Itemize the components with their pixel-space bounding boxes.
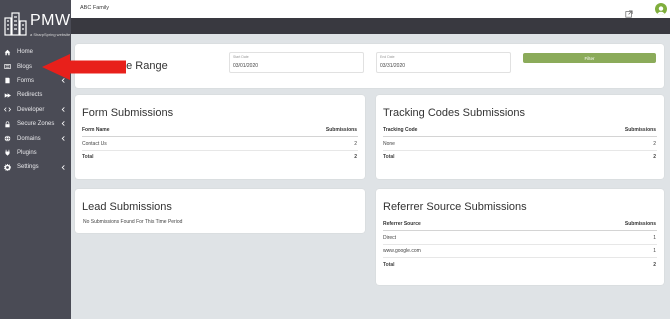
sidebar-item-domains[interactable]: Domains (0, 131, 71, 145)
form-icon (4, 77, 11, 84)
table-total-row: Total 2 (383, 151, 657, 164)
sidebar-item-label: Blogs (17, 63, 33, 70)
total-label: Total (383, 261, 395, 268)
table-row: None 2 (383, 137, 657, 151)
table-cell: 1 (653, 247, 656, 254)
start-date-value: 03/01/2020 (233, 63, 259, 69)
card-title: Form Submissions (82, 107, 174, 119)
logo-text: PMW (30, 12, 71, 29)
form-submissions-table: Form Name Submissions Contact Us 2 Total… (82, 124, 358, 164)
tracking-codes-table: Tracking Code Submissions None 2 Total 2 (383, 124, 657, 164)
column-header: Form Name (82, 127, 110, 134)
column-header: Submissions (325, 127, 357, 134)
table-cell: None (383, 140, 395, 147)
table-header: Referrer Source Submissions (383, 218, 657, 232)
tracking-codes-card: Tracking Codes Submissions Tracking Code… (376, 95, 664, 179)
total-value: 2 (354, 154, 357, 161)
date-range-panel: Date Range Start Date 03/01/2020 End Dat… (75, 44, 664, 88)
code-icon (4, 106, 11, 113)
avatar[interactable] (655, 3, 667, 15)
logo-subtitle: a SharpSpring website (30, 32, 71, 37)
sidebar-item-developer[interactable]: Developer (0, 103, 71, 117)
chevron-left-icon (60, 135, 66, 141)
table-row: Contact Us 2 (82, 137, 358, 151)
card-title: Referrer Source Submissions (383, 201, 527, 213)
total-label: Total (383, 154, 395, 161)
sidebar-item-redirects[interactable]: Redirects (0, 88, 71, 102)
referrer-source-table: Referrer Source Submissions Direct 1 www… (383, 218, 657, 272)
redirect-icon (4, 92, 11, 99)
end-date-field[interactable]: End Date 03/31/2020 (376, 52, 511, 73)
header-band (71, 18, 670, 34)
site-name[interactable]: ABC Family (80, 5, 109, 11)
chevron-left-icon (60, 164, 66, 170)
lead-submissions-card: Lead Submissions No Submissions Found Fo… (75, 189, 365, 233)
plug-icon (4, 149, 11, 157)
table-row: www.google.com 1 (383, 245, 657, 259)
city-logo-icon (4, 12, 27, 36)
card-title: Tracking Codes Submissions (383, 107, 526, 119)
end-date-value: 03/31/2020 (380, 63, 406, 69)
lock-icon (4, 121, 11, 128)
sidebar-item-label: Secure Zones (17, 121, 55, 128)
globe-icon (4, 135, 11, 142)
sidebar-item-plugins[interactable]: Plugins (0, 146, 71, 160)
start-date-field[interactable]: Start Date 03/01/2020 (229, 52, 364, 73)
table-header: Tracking Code Submissions (383, 124, 657, 138)
table-total-row: Total 2 (82, 151, 358, 164)
top-bar: ABC Family (71, 0, 670, 18)
card-title: Lead Submissions (82, 201, 172, 213)
total-label: Total (82, 154, 94, 161)
sidebar-item-label: Home (17, 49, 34, 56)
table-row: Direct 1 (383, 231, 657, 245)
sidebar-item-settings[interactable]: Settings (0, 160, 71, 174)
column-header: Referrer Source (383, 221, 421, 228)
column-header: Submissions (624, 221, 656, 228)
table-cell: 1 (653, 234, 656, 241)
start-date-label: Start Date (233, 55, 249, 59)
table-cell: 2 (653, 140, 656, 147)
sidebar-item-label: Forms (17, 77, 34, 84)
table-cell: 2 (354, 140, 357, 147)
total-value: 2 (653, 261, 656, 268)
column-header: Submissions (624, 127, 656, 134)
sidebar-item-label: Settings (17, 164, 39, 171)
gear-icon (4, 163, 11, 171)
filter-button[interactable]: Filter (523, 53, 656, 63)
logo[interactable]: PMW a SharpSpring website (4, 6, 71, 38)
home-icon (4, 49, 11, 56)
column-header: Tracking Code (383, 127, 418, 134)
table-cell: www.google.com (383, 247, 421, 254)
newspaper-icon (4, 63, 11, 70)
table-cell: Direct (383, 234, 397, 241)
table-cell: Contact Us (82, 140, 107, 147)
total-value: 2 (653, 154, 656, 161)
external-link-icon[interactable] (625, 5, 633, 18)
form-submissions-card: Form Submissions Form Name Submissions C… (75, 95, 365, 179)
annotation-arrow-icon (42, 54, 126, 80)
table-total-row: Total 2 (383, 258, 657, 271)
sidebar-item-secure-zones[interactable]: Secure Zones (0, 117, 71, 131)
chevron-left-icon (60, 121, 66, 127)
sidebar-item-label: Developer (17, 106, 45, 113)
empty-message: No Submissions Found For This Time Perio… (83, 219, 183, 225)
sidebar-item-label: Plugins (17, 149, 37, 156)
sidebar-item-label: Redirects (17, 92, 43, 99)
table-header: Form Name Submissions (82, 124, 358, 138)
end-date-label: End Date (380, 55, 395, 59)
chevron-left-icon (60, 107, 66, 113)
referrer-source-card: Referrer Source Submissions Referrer Sou… (376, 189, 664, 285)
sidebar-item-label: Domains (17, 135, 41, 142)
sidebar: PMW a SharpSpring website Home Blogs For… (0, 0, 71, 319)
